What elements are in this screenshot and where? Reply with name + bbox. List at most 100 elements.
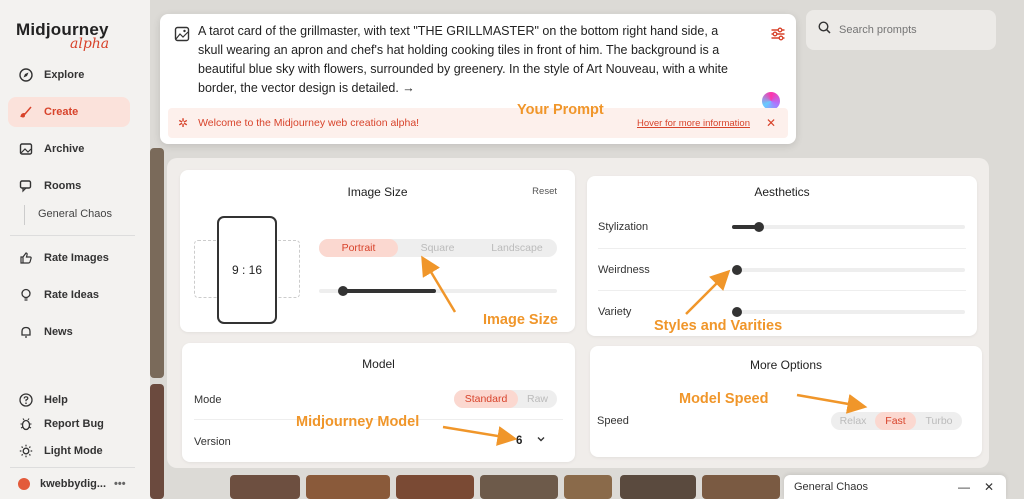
divider <box>598 248 966 249</box>
stylization-slider-track[interactable] <box>732 225 965 229</box>
gallery-thumb[interactable] <box>306 475 390 499</box>
variety-label: Variety <box>598 306 632 318</box>
version-value: 6 <box>516 434 523 447</box>
gallery-thumb[interactable] <box>230 475 300 499</box>
prompt-input[interactable]: A tarot card of the grillmaster, with te… <box>198 22 746 98</box>
user-menu[interactable]: kwebbydig... ••• <box>10 472 128 496</box>
sun-icon <box>18 443 34 459</box>
sidebar-item-rate-images[interactable]: Rate Images <box>8 243 130 273</box>
settings-sliders-icon[interactable] <box>770 26 786 42</box>
more-icon[interactable]: ••• <box>114 478 126 490</box>
mode-label: Mode <box>194 394 222 406</box>
welcome-text: Welcome to the Midjourney web creation a… <box>198 117 420 129</box>
close-icon[interactable]: ✕ <box>984 480 994 494</box>
sidebar-item-explore[interactable]: Explore <box>8 60 130 90</box>
sidebar: Midjourney alpha Explore Create Archive … <box>0 0 150 499</box>
aspect-preview: 9 : 16 <box>217 216 277 324</box>
speed-fast[interactable]: Fast <box>875 412 916 430</box>
close-icon[interactable]: ✕ <box>766 116 776 130</box>
variety-slider-handle[interactable] <box>732 307 742 317</box>
sidebar-item-create[interactable]: Create <box>8 97 130 127</box>
chat-title: General Chaos <box>794 481 868 493</box>
reset-button[interactable]: Reset <box>532 186 557 197</box>
weirdness-slider-handle[interactable] <box>732 265 742 275</box>
aspect-ratio-label: 9 : 16 <box>231 263 263 277</box>
sidebar-room-general-chaos[interactable]: General Chaos <box>38 208 112 220</box>
mode-raw[interactable]: Raw <box>518 390 557 408</box>
gallery-thumb[interactable] <box>564 475 612 499</box>
divider <box>598 290 966 291</box>
speed-toggle[interactable]: Relax Fast Turbo <box>831 412 962 430</box>
more-info-link[interactable]: Hover for more information <box>637 118 750 129</box>
card-title: More Options <box>749 358 823 372</box>
speed-label: Speed <box>597 415 629 427</box>
search-icon <box>818 21 831 39</box>
sidebar-item-rooms[interactable]: Rooms <box>8 171 130 201</box>
variety-slider-track[interactable] <box>732 310 965 314</box>
gallery-thumb[interactable] <box>396 475 474 499</box>
sidebar-item-archive[interactable]: Archive <box>8 134 130 164</box>
sidebar-item-label: Rate Ideas <box>44 289 100 301</box>
image-size-card: Image Size Reset 9 : 16 Portrait Square … <box>180 170 575 332</box>
search-box[interactable] <box>806 10 996 50</box>
annotation-image-size: Image Size <box>483 312 558 328</box>
orientation-toggle[interactable]: Portrait Square Landscape <box>319 239 557 257</box>
card-title: Image Size <box>347 185 408 199</box>
bug-icon <box>18 416 34 432</box>
gallery-thumb[interactable] <box>150 384 164 499</box>
orientation-portrait[interactable]: Portrait <box>319 239 398 257</box>
card-title: Model <box>362 357 395 371</box>
tree-line <box>24 205 25 225</box>
logo-alpha: alpha <box>70 36 110 52</box>
compass-icon <box>18 67 34 83</box>
chat-icon <box>18 178 34 194</box>
speed-turbo[interactable]: Turbo <box>916 412 962 430</box>
bulb-icon <box>18 287 34 303</box>
sidebar-item-news[interactable]: News <box>8 317 130 347</box>
minimize-icon[interactable]: — <box>958 480 970 494</box>
sidebar-item-report-bug[interactable]: Report Bug <box>8 409 130 439</box>
gallery-thumb[interactable] <box>620 475 696 499</box>
chat-panel-tab[interactable]: General Chaos — ✕ <box>784 475 1006 499</box>
sidebar-item-label: Archive <box>44 143 85 155</box>
version-select[interactable]: 6 <box>516 434 546 447</box>
weirdness-slider-track[interactable] <box>732 268 965 272</box>
sidebar-item-light-mode[interactable]: Light Mode <box>8 436 130 466</box>
divider <box>10 235 135 236</box>
weirdness-label: Weirdness <box>598 264 650 276</box>
image-icon <box>18 141 34 157</box>
stylization-label: Stylization <box>598 221 649 233</box>
mode-toggle[interactable]: Standard Raw <box>454 390 557 408</box>
version-label: Version <box>194 436 231 448</box>
annotation-model: Midjourney Model <box>296 414 420 430</box>
orientation-square[interactable]: Square <box>398 239 477 257</box>
size-slider-fill <box>343 289 436 293</box>
search-input[interactable] <box>839 24 979 36</box>
stylization-slider-handle[interactable] <box>754 222 764 232</box>
size-slider-handle[interactable] <box>338 286 348 296</box>
help-icon <box>18 392 34 408</box>
gallery-thumb[interactable] <box>480 475 558 499</box>
speed-relax[interactable]: Relax <box>831 412 875 430</box>
image-upload-icon[interactable] <box>174 26 190 42</box>
sidebar-item-label: Rate Images <box>44 252 109 264</box>
sidebar-item-label: Light Mode <box>44 445 103 457</box>
orientation-landscape[interactable]: Landscape <box>477 239 557 257</box>
sidebar-item-label: Help <box>44 394 68 406</box>
sparkle-icon: ✲ <box>178 116 189 130</box>
prompt-card[interactable]: A tarot card of the grillmaster, with te… <box>160 14 796 144</box>
brush-icon <box>18 104 34 120</box>
sidebar-item-label: Report Bug <box>44 418 104 430</box>
sidebar-item-label: News <box>44 326 73 338</box>
avatar <box>16 476 32 492</box>
mode-standard[interactable]: Standard <box>454 390 518 408</box>
logo[interactable]: Midjourney alpha <box>16 20 109 52</box>
sidebar-item-rate-ideas[interactable]: Rate Ideas <box>8 280 130 310</box>
thumbs-up-icon <box>18 250 34 266</box>
card-title: Aesthetics <box>754 185 810 199</box>
chevron-down-icon <box>536 434 546 447</box>
welcome-banner: ✲ Welcome to the Midjourney web creation… <box>168 108 788 138</box>
bell-icon <box>18 324 34 340</box>
gallery-thumb[interactable] <box>150 148 164 378</box>
gallery-thumb[interactable] <box>702 475 780 499</box>
